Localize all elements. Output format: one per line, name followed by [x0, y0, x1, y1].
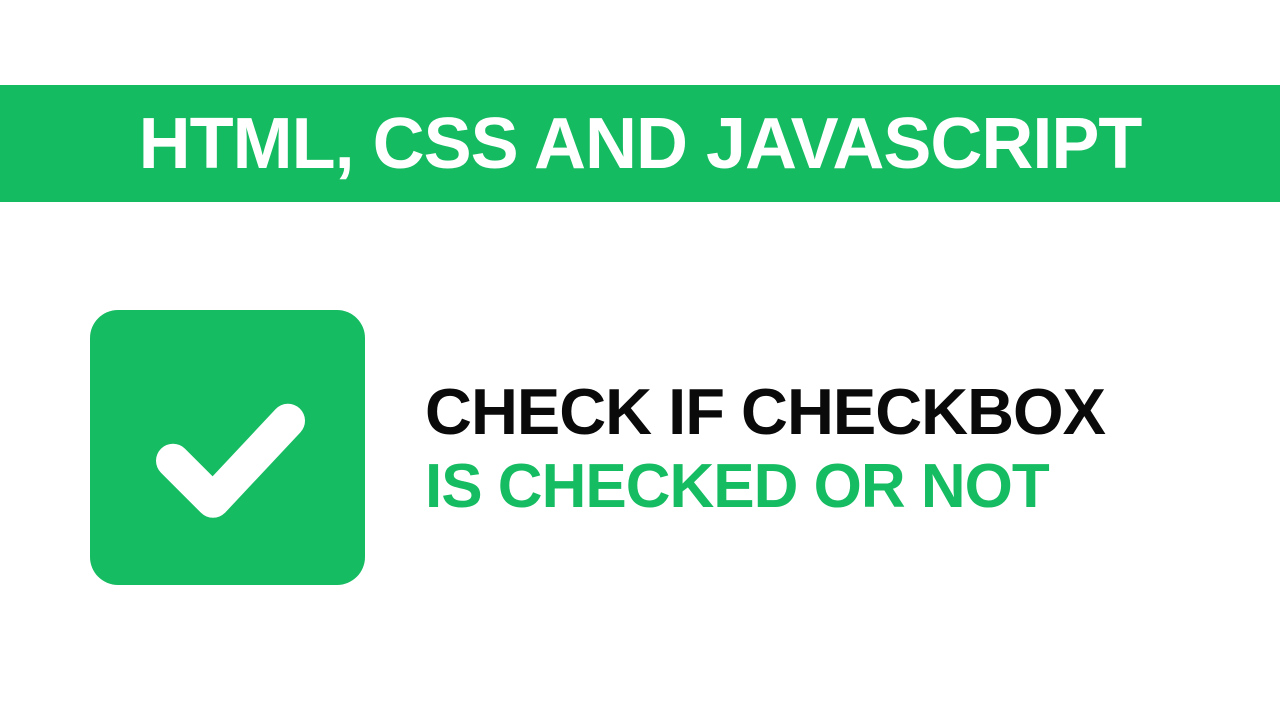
title-line-2: IS CHECKED OR NOT — [425, 451, 1105, 522]
banner-title: HTML, CSS AND JAVASCRIPT — [139, 103, 1142, 185]
title-block: CHECK IF CHECKBOX IS CHECKED OR NOT — [425, 374, 1105, 522]
checkbox-graphic — [90, 310, 365, 585]
checkmark-icon — [128, 355, 328, 560]
content-row: CHECK IF CHECKBOX IS CHECKED OR NOT — [90, 310, 1105, 585]
title-line-1: CHECK IF CHECKBOX — [425, 374, 1105, 449]
header-banner: HTML, CSS AND JAVASCRIPT — [0, 85, 1280, 202]
